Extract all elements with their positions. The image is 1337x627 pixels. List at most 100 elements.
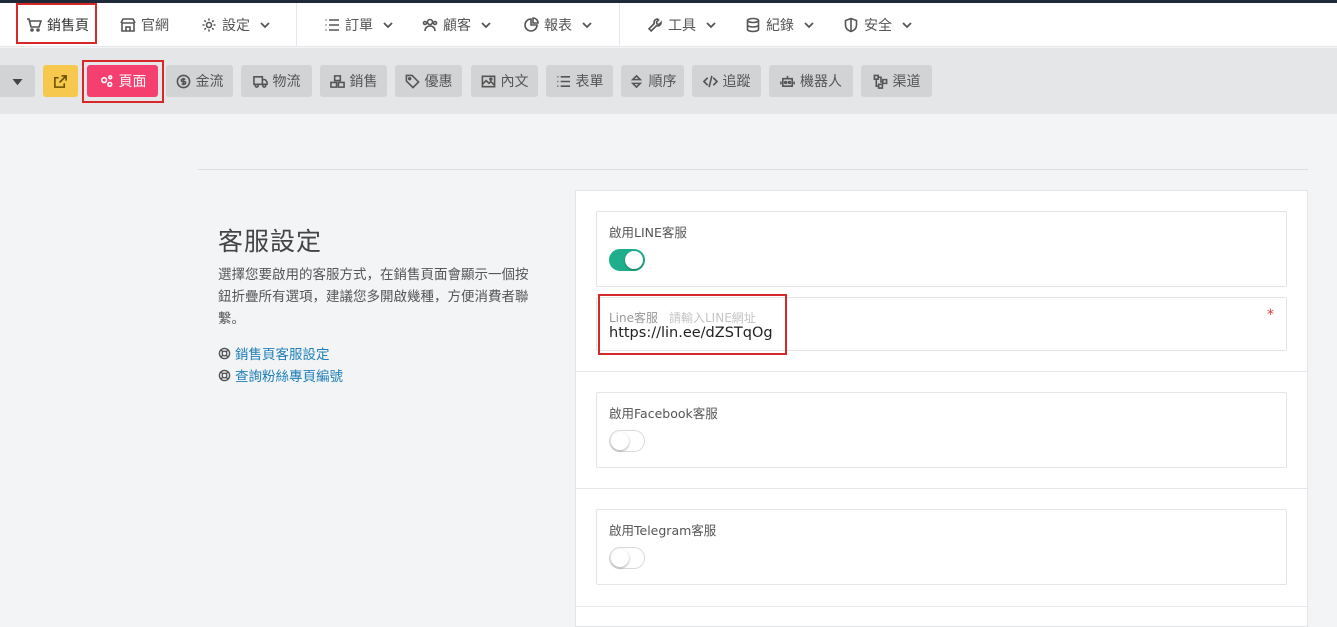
line-url-input[interactable]: https://lin.ee/dZSTqOg <box>609 325 773 341</box>
tab-label-logistics: 物流 <box>272 74 301 90</box>
tab-label-content: 內文 <box>500 74 529 90</box>
help-link-label: 查詢粉絲專頁編號 <box>235 369 343 385</box>
cogs-icon <box>100 74 112 87</box>
panel-divider <box>576 488 1307 489</box>
tab-label-payment: 金流 <box>195 74 224 90</box>
facebook-enable-toggle[interactable] <box>609 430 645 452</box>
section-description: 選擇您要啟用的客服方式，在銷售頁面會顯示一個按鈕折疊所有選項，建議您多開啟幾種，… <box>218 267 529 327</box>
top-navbar: 銷售頁 官網 設定 訂單 顧客 報表 工具 紀錄 安全 <box>0 3 1337 47</box>
chevron-down-icon <box>481 22 491 29</box>
line-enable-label: 啟用LINE客服 <box>609 225 687 240</box>
tab-content[interactable]: 內文 <box>471 65 538 97</box>
nav-divider <box>619 3 620 47</box>
nav-item-reports[interactable]: 報表 <box>523 3 593 47</box>
panel-divider <box>576 371 1307 372</box>
code-icon <box>702 75 718 87</box>
image-icon <box>481 75 495 87</box>
database-icon <box>746 17 760 33</box>
help-link-label: 銷售頁客服設定 <box>235 347 330 363</box>
nav-label-orders: 訂單 <box>345 18 373 34</box>
line-url-placeholder: 請輸入LINE網址 <box>669 311 756 325</box>
tab-robot[interactable]: 機器人 <box>769 65 853 97</box>
telegram-enable-label: 啟用Telegram客服 <box>609 523 717 538</box>
chevron-down-icon <box>706 22 716 29</box>
facebook-enable-field: 啟用Facebook客服 <box>596 392 1287 468</box>
tab-payment[interactable]: 金流 <box>166 65 233 97</box>
chevron-down-icon <box>804 22 814 29</box>
tab-label-sales: 銷售 <box>349 74 378 90</box>
facebook-enable-label: 啟用Facebook客服 <box>609 406 718 421</box>
nav-label-settings: 設定 <box>222 18 250 34</box>
truck-icon <box>252 75 268 88</box>
toggle-knob <box>625 251 643 269</box>
sitemap-icon <box>873 74 887 89</box>
tab-order[interactable]: 順序 <box>621 65 684 97</box>
nav-item-website[interactable]: 官網 <box>120 3 169 47</box>
lifebuoy-icon <box>218 347 231 359</box>
nav-item-sales-page[interactable]: 銷售頁 <box>26 3 89 47</box>
sort-icon <box>630 74 642 88</box>
boxes-icon <box>329 74 345 88</box>
tab-label-order: 順序 <box>648 74 677 90</box>
tab-label-page: 頁面 <box>118 74 147 90</box>
open-external-button[interactable] <box>43 65 78 97</box>
customer-service-form-panel: 啟用LINE客服 Line客服 請輸入LINE網址 https://lin.ee… <box>575 190 1308 627</box>
tab-logistics[interactable]: 物流 <box>241 65 312 97</box>
required-mark: * <box>1267 307 1274 323</box>
lifebuoy-icon <box>218 369 231 381</box>
dropdown-toggle-button[interactable] <box>0 65 35 97</box>
chevron-down-icon <box>383 22 393 29</box>
help-link-fanpage-id[interactable]: 查詢粉絲專頁編號 <box>218 365 343 385</box>
toggle-knob <box>611 432 629 450</box>
dollar-icon <box>176 74 190 88</box>
nav-item-settings[interactable]: 設定 <box>201 3 271 47</box>
help-link-sales-page-service[interactable]: 銷售頁客服設定 <box>218 343 330 363</box>
tab-tracking[interactable]: 追蹤 <box>692 65 761 97</box>
pie-chart-icon <box>524 17 539 32</box>
tab-page[interactable]: 頁面 <box>87 65 158 97</box>
list-icon <box>325 19 339 31</box>
tab-form[interactable]: 表單 <box>546 65 613 97</box>
nav-label-logs: 紀錄 <box>766 18 794 34</box>
caret-down-icon <box>12 78 23 85</box>
telegram-enable-toggle[interactable] <box>609 547 645 569</box>
tab-channel[interactable]: 渠道 <box>861 65 932 97</box>
external-link-icon <box>54 74 67 88</box>
tab-sales[interactable]: 銷售 <box>320 65 387 97</box>
telegram-enable-field: 啟用Telegram客服 <box>596 509 1287 585</box>
sub-toolbar: 頁面 金流 物流 銷售 優惠 內文 表單 順序 追蹤 機器人 渠道 <box>0 48 1337 114</box>
cart-icon <box>27 18 42 32</box>
wrench-icon <box>647 18 662 33</box>
chevron-down-icon <box>260 22 270 29</box>
nav-label-customers: 顧客 <box>443 18 471 34</box>
shield-icon <box>844 17 858 33</box>
toggle-knob <box>611 549 629 567</box>
users-icon <box>422 18 438 32</box>
tab-label-form: 表單 <box>575 74 604 90</box>
line-url-label: Line客服 <box>609 311 659 325</box>
nav-item-logs[interactable]: 紀錄 <box>745 3 815 47</box>
chevron-down-icon <box>902 22 912 29</box>
nav-label-website: 官網 <box>141 18 169 34</box>
nav-item-security[interactable]: 安全 <box>843 3 913 47</box>
tab-label-channel: 渠道 <box>892 74 921 90</box>
section-divider <box>198 169 1308 170</box>
nav-label-sales-page: 銷售頁 <box>47 18 89 34</box>
tab-label-tracking: 追蹤 <box>722 74 751 90</box>
nav-label-reports: 報表 <box>544 18 572 34</box>
tab-label-robot: 機器人 <box>800 74 842 90</box>
gear-icon <box>202 18 216 32</box>
tag-icon <box>405 74 420 89</box>
nav-item-orders[interactable]: 訂單 <box>324 3 394 47</box>
nav-divider <box>296 3 297 47</box>
panel-divider <box>576 606 1307 607</box>
tab-label-discount: 優惠 <box>424 74 453 90</box>
section-title: 客服設定 <box>218 227 323 256</box>
nav-item-customers[interactable]: 顧客 <box>422 3 492 47</box>
tab-discount[interactable]: 優惠 <box>395 65 462 97</box>
list-icon <box>556 75 570 87</box>
nav-item-tools[interactable]: 工具 <box>647 3 717 47</box>
line-url-field[interactable]: Line客服 請輸入LINE網址 https://lin.ee/dZSTqOg … <box>596 297 1287 351</box>
line-enable-toggle[interactable] <box>609 249 645 271</box>
robot-icon <box>780 75 795 87</box>
